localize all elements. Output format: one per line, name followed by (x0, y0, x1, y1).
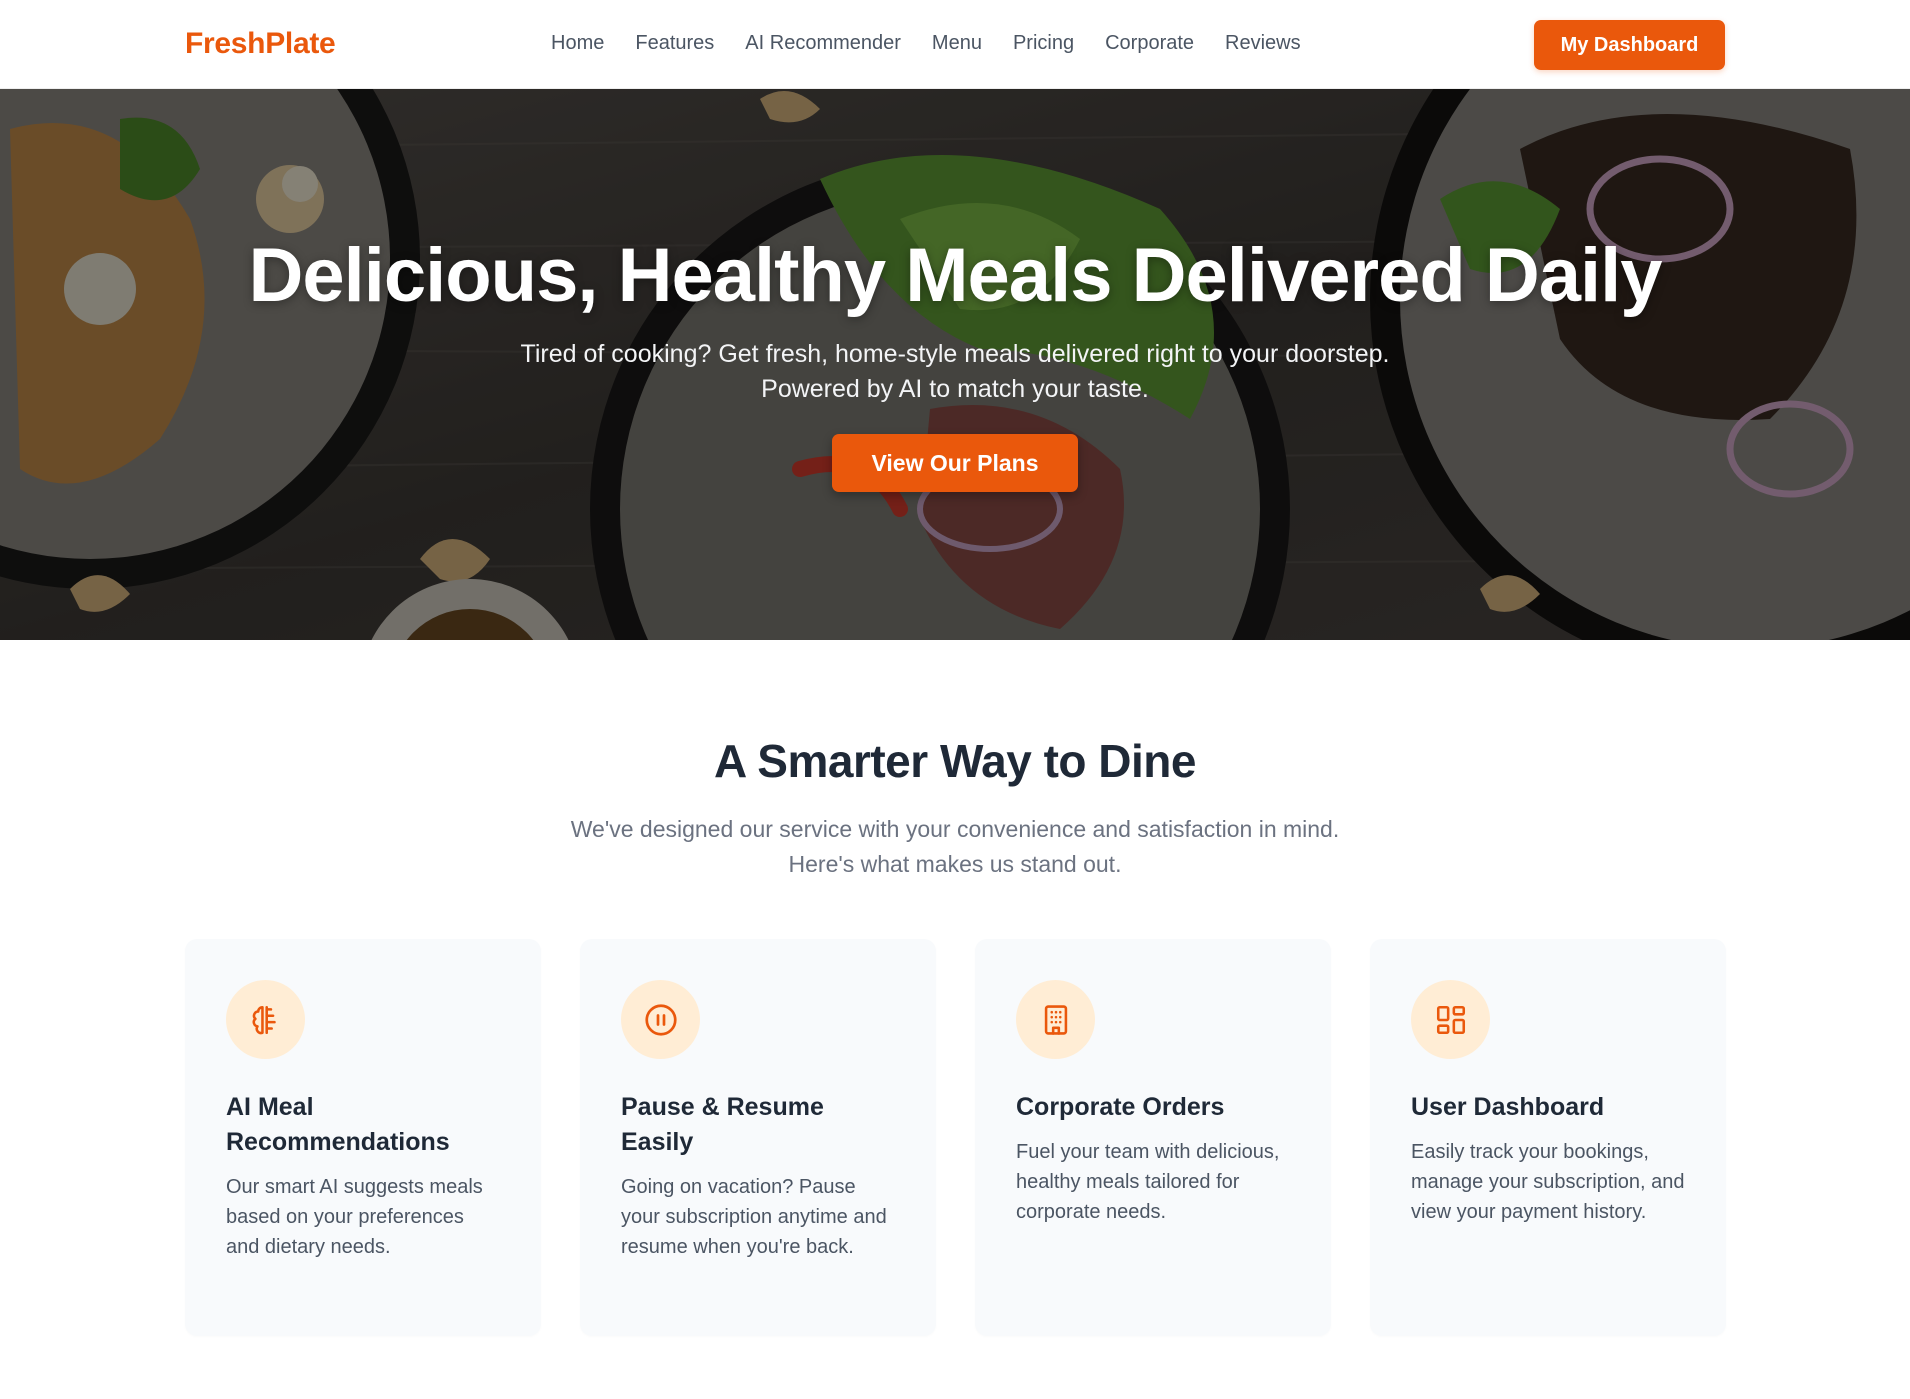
feature-card-corporate: Corporate Orders Fuel your team with del… (975, 939, 1331, 1336)
features-subtitle: We've designed our service with your con… (0, 812, 1910, 882)
top-navbar: FreshPlate Home Features AI Recommender … (0, 0, 1910, 89)
hero-title: Delicious, Healthy Meals Delivered Daily (248, 233, 1662, 318)
building-icon (1016, 980, 1095, 1059)
hero-section: Delicious, Healthy Meals Delivered Daily… (0, 89, 1910, 640)
features-subtitle-line-1: We've designed our service with your con… (570, 816, 1340, 842)
feature-card-dashboard: User Dashboard Easily track your booking… (1370, 939, 1726, 1336)
feature-card-desc: Our smart AI suggests meals based on you… (226, 1176, 483, 1258)
feature-card-desc: Easily track your bookings, manage your … (1411, 1141, 1685, 1223)
nav-link-pricing[interactable]: Pricing (1013, 32, 1074, 55)
logo[interactable]: FreshPlate (185, 27, 336, 61)
dashboard-icon (1411, 980, 1490, 1059)
nav-link-corporate[interactable]: Corporate (1105, 32, 1194, 55)
feature-card-title: User Dashboard (1411, 1093, 1605, 1121)
my-dashboard-button[interactable]: My Dashboard (1534, 20, 1725, 70)
nav-link-features[interactable]: Features (635, 32, 714, 55)
nav-link-reviews[interactable]: Reviews (1225, 32, 1301, 55)
features-subtitle-line-2: Here's what makes us stand out. (788, 851, 1122, 877)
feature-card-title: Corporate Orders (1016, 1093, 1225, 1121)
features-title: A Smarter Way to Dine (714, 735, 1196, 787)
nav-link-ai-recommender[interactable]: AI Recommender (745, 32, 901, 55)
pause-icon (621, 980, 700, 1059)
feature-card-pause: Pause & Resume Easily Going on vacation?… (580, 939, 936, 1336)
feature-cards: AI Meal Recommendations Our smart AI sug… (185, 939, 1726, 1336)
feature-card-ai: AI Meal Recommendations Our smart AI sug… (185, 939, 541, 1336)
feature-card-title: Pause & Resume Easily (621, 1093, 824, 1156)
hero-subtitle: Tired of cooking? Get fresh, home-style … (0, 337, 1910, 407)
nav-link-menu[interactable]: Menu (932, 32, 982, 55)
feature-card-desc: Going on vacation? Pause your subscripti… (621, 1176, 887, 1258)
hero-subtitle-line-2: Powered by AI to match your taste. (761, 375, 1149, 403)
nav-link-home[interactable]: Home (551, 32, 604, 55)
nav-links: Home Features AI Recommender Menu Pricin… (551, 32, 1301, 55)
view-plans-button[interactable]: View Our Plans (832, 434, 1078, 492)
feature-card-title: AI Meal Recommendations (226, 1093, 450, 1156)
brain-icon (226, 980, 305, 1059)
hero-subtitle-line-1: Tired of cooking? Get fresh, home-style … (520, 340, 1390, 368)
feature-card-desc: Fuel your team with delicious, healthy m… (1016, 1141, 1280, 1223)
